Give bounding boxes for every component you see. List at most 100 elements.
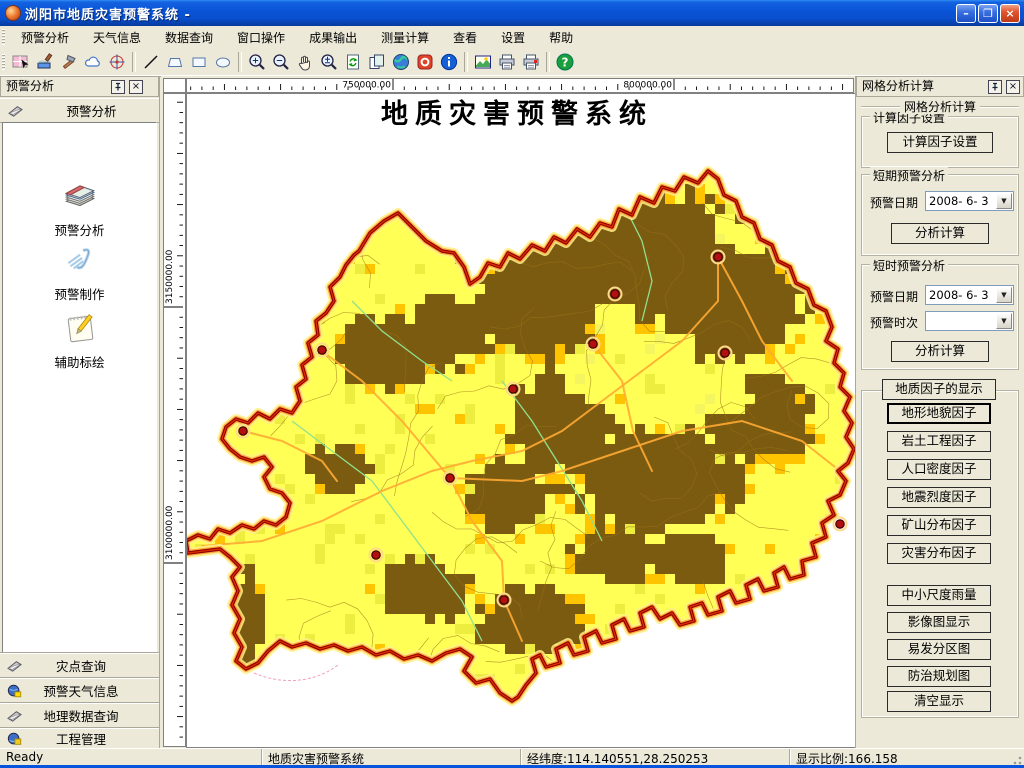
svg-text:?: ? <box>562 56 569 70</box>
status-coordinates: 经纬度:114.140551,28.250253 <box>521 749 790 766</box>
globe-icon[interactable] <box>389 50 413 74</box>
pin-icon[interactable] <box>988 80 1002 94</box>
terrain-factor-button[interactable]: 地形地貌因子 <box>887 403 991 424</box>
short-term-group: 短期预警分析 预警日期 2008- 6- 3 ▼ 分析计算 <box>861 174 1019 256</box>
close-icon[interactable]: × <box>1006 80 1020 94</box>
map-title: 地质灾害预警系统 <box>381 98 653 130</box>
toolbar: ? <box>0 48 1024 77</box>
menu-view[interactable]: 查看 <box>441 26 489 49</box>
cloud-icon[interactable] <box>81 50 105 74</box>
tool-auxiliary-plotting[interactable]: 辅助标绘 <box>3 309 156 371</box>
left-panel-title: 预警分析 <box>6 79 54 93</box>
copy-icon[interactable] <box>365 50 389 74</box>
sidebar-item-warning-weather-info[interactable]: 预警天气信息 <box>0 677 159 703</box>
line-icon[interactable] <box>139 50 163 74</box>
disaster-factor-button[interactable]: 灾害分布因子 <box>887 543 991 564</box>
zoom-out-icon[interactable] <box>269 50 293 74</box>
susceptibility-map-button[interactable]: 易发分区图 <box>887 639 991 660</box>
left-panel-header: 预警分析 × <box>0 76 159 97</box>
date-value: 2008- 6- 3 <box>929 288 989 302</box>
image-icon[interactable] <box>471 50 495 74</box>
pan-icon[interactable] <box>293 50 317 74</box>
chevron-down-icon[interactable]: ▼ <box>996 193 1012 209</box>
stop-icon[interactable] <box>413 50 437 74</box>
menu-result-output[interactable]: 成果输出 <box>297 26 369 49</box>
left-panel-content: 预警分析 预警制作 辅助标绘 <box>2 122 157 653</box>
svg-text:3100000.00: 3100000.00 <box>165 505 175 560</box>
wedge-icon <box>6 708 23 723</box>
svg-text:750000.00: 750000.00 <box>342 81 391 91</box>
geotech-factor-button[interactable]: 岩土工程因子 <box>887 431 991 452</box>
population-factor-button[interactable]: 人口密度因子 <box>887 459 991 480</box>
menu-data-query[interactable]: 数据查询 <box>153 26 225 49</box>
menu-grip[interactable] <box>2 29 5 45</box>
menu-measure-calc[interactable]: 测量计算 <box>369 26 441 49</box>
refresh-icon[interactable] <box>341 50 365 74</box>
minimize-button[interactable]: – <box>956 4 976 23</box>
short-time-group: 短时预警分析 预警日期 2008- 6- 3 ▼ 预警时次 ▼ 分析计算 <box>861 264 1019 370</box>
right-panel-title: 网格分析计算 <box>862 79 934 93</box>
menu-help[interactable]: 帮助 <box>537 26 585 49</box>
crosshair-icon[interactable] <box>105 50 129 74</box>
map-select-icon[interactable] <box>9 50 33 74</box>
seismic-factor-button[interactable]: 地震烈度因子 <box>887 487 991 508</box>
close-icon[interactable]: × <box>129 80 143 94</box>
short-time-times-select[interactable]: ▼ <box>925 311 1014 331</box>
polygon-icon[interactable] <box>163 50 187 74</box>
status-scale: 显示比例:166.158 <box>790 749 1008 766</box>
short-time-date-select[interactable]: 2008- 6- 3 ▼ <box>925 285 1014 305</box>
info-icon[interactable] <box>437 50 461 74</box>
restore-button[interactable]: ❐ <box>978 4 998 23</box>
tool-warning-production[interactable]: 预警制作 <box>3 241 156 303</box>
resize-grip[interactable] <box>1009 752 1022 765</box>
chevron-down-icon[interactable]: ▼ <box>996 313 1012 329</box>
close-button[interactable]: × <box>1000 4 1020 23</box>
ruler-corner <box>163 78 186 93</box>
date-label: 预警日期 <box>870 288 918 305</box>
clear-display-button[interactable]: 清空显示 <box>887 691 991 712</box>
menu-weather-info[interactable]: 天气信息 <box>81 26 153 49</box>
map-view: 750000.00800000.00 3150000.003100000.00 … <box>161 76 855 748</box>
tool-warning-analysis[interactable]: 预警分析 <box>3 177 156 239</box>
app-window: 浏阳市地质灾害预警系统 - – ❐ × 预警分析 天气信息 数据查询 窗口操作 … <box>0 0 1024 768</box>
paint-icon[interactable] <box>33 50 57 74</box>
mine-factor-button[interactable]: 矿山分布因子 <box>887 515 991 536</box>
rainfall-button[interactable]: 中小尺度雨量 <box>887 585 991 606</box>
hammer-icon[interactable] <box>57 50 81 74</box>
short-time-analyze-button[interactable]: 分析计算 <box>891 341 989 362</box>
imagery-button[interactable]: 影像图显示 <box>887 612 991 633</box>
factor-setup-group: 计算因子设置 计算因子设置 <box>861 116 1019 168</box>
zoom-extent-icon[interactable] <box>317 50 341 74</box>
rectangle-icon[interactable] <box>187 50 211 74</box>
sidebar-item-disaster-point-query[interactable]: 灾点查询 <box>0 652 159 678</box>
short-term-analyze-button[interactable]: 分析计算 <box>891 223 989 244</box>
pin-icon[interactable] <box>111 80 125 94</box>
chevron-down-icon[interactable]: ▼ <box>996 287 1012 303</box>
menu-bar: 预警分析 天气信息 数据查询 窗口操作 成果输出 测量计算 查看 设置 帮助 <box>0 26 1024 49</box>
toolbar-separator <box>132 52 136 72</box>
sidebar-item-project-management[interactable]: 工程管理 <box>0 727 159 749</box>
sidebar-item-geo-data-query[interactable]: 地理数据查询 <box>0 702 159 728</box>
project-icon <box>6 731 23 747</box>
menu-settings[interactable]: 设置 <box>489 26 537 49</box>
grid-analysis-panel: 网格分析计算 × 网格分析计算 计算因子设置 计算因子设置 短期预警分析 预警日… <box>855 76 1024 748</box>
left-ruler: 3150000.003100000.00 <box>163 93 186 747</box>
factor-setup-button[interactable]: 计算因子设置 <box>887 132 993 153</box>
toolbar-grip[interactable] <box>2 54 5 70</box>
help-icon[interactable]: ? <box>553 50 577 74</box>
date-value: 2008- 6- 3 <box>929 194 989 208</box>
outer-group-label: 网格分析计算 <box>900 100 980 114</box>
map-canvas[interactable]: 地质灾害预警系统 <box>186 93 856 748</box>
menu-warning-analysis[interactable]: 预警分析 <box>9 26 81 49</box>
short-term-date-select[interactable]: 2008- 6- 3 ▼ <box>925 191 1014 211</box>
print-color-icon[interactable] <box>519 50 543 74</box>
ellipse-icon[interactable] <box>211 50 235 74</box>
left-panel-section-header[interactable]: 预警分析 <box>0 98 159 123</box>
zoom-in-icon[interactable] <box>245 50 269 74</box>
prevention-plan-button[interactable]: 防治规划图 <box>887 666 991 687</box>
menu-window-ops[interactable]: 窗口操作 <box>225 26 297 49</box>
tool-label: 预警分析 <box>3 220 156 239</box>
factor-display-header-button[interactable]: 地质因子的显示 <box>882 379 996 400</box>
print-icon[interactable] <box>495 50 519 74</box>
status-bar: Ready 地质灾害预警系统 经纬度:114.140551,28.250253 … <box>0 748 1024 766</box>
